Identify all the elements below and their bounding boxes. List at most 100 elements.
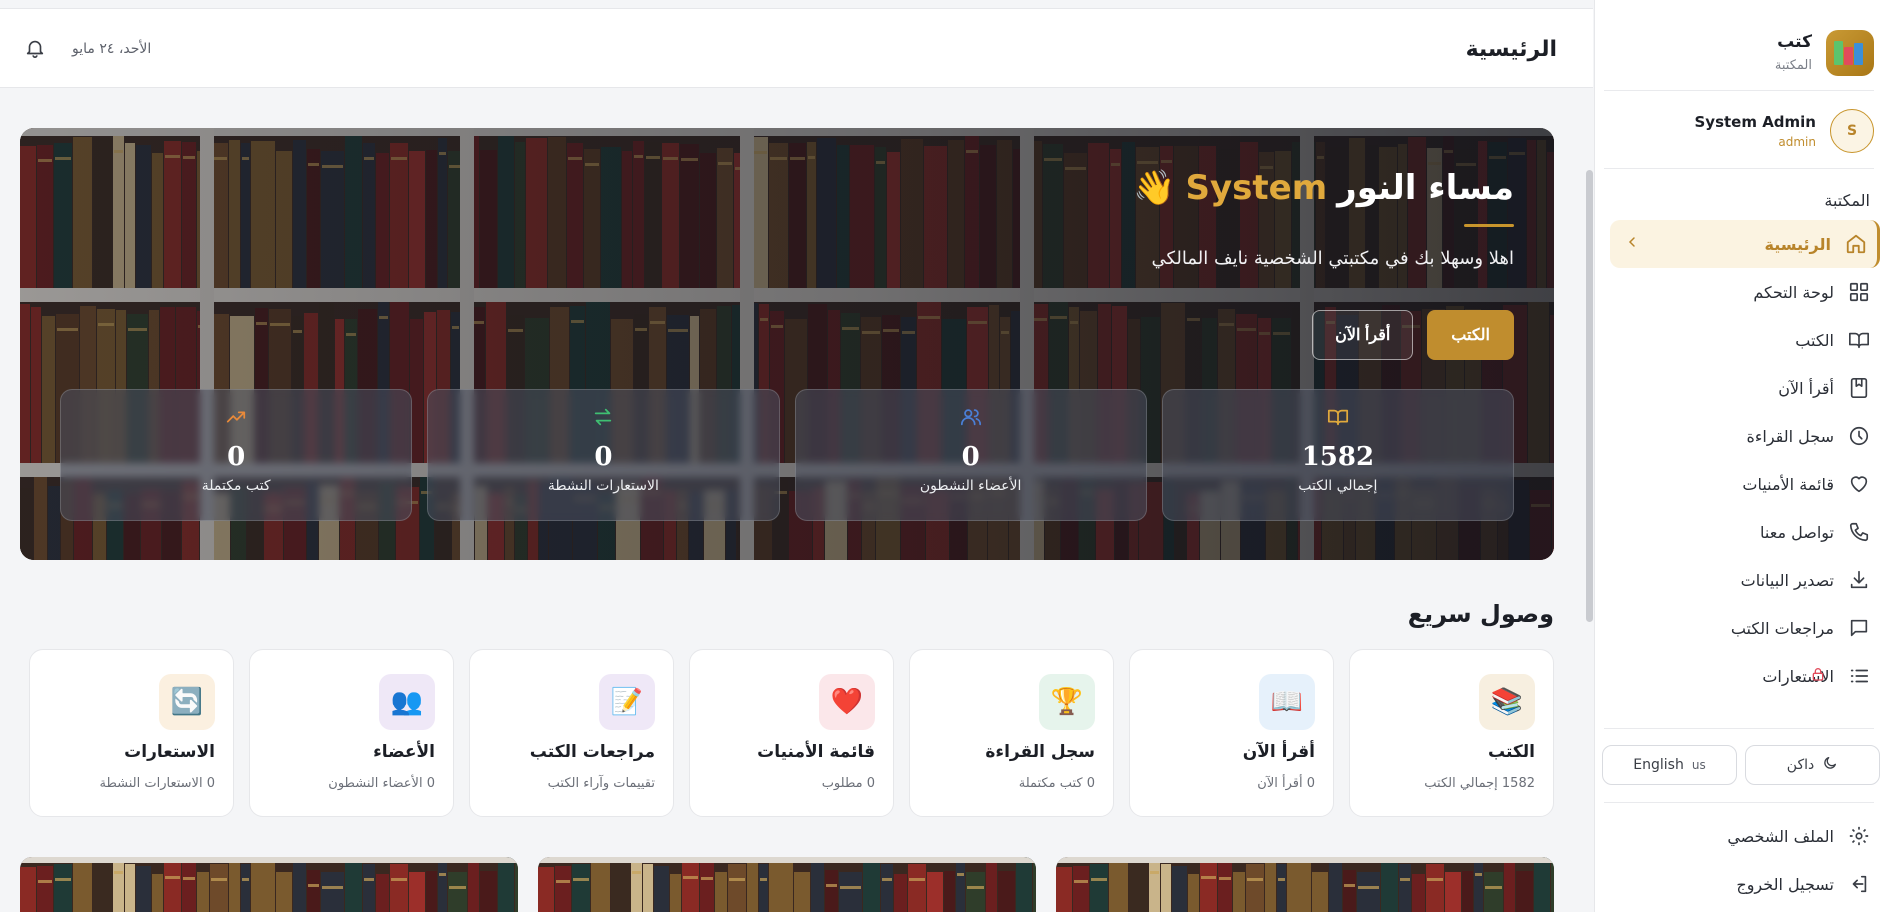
sidebar-item-reading-now[interactable]: أقرأ الآن [1610, 364, 1880, 412]
sidebar-nav: الرئيسية لوحة التحكم الكتب أقرأ الآن سجل… [1610, 220, 1880, 700]
logout-link[interactable]: تسجيل الخروج [1610, 860, 1880, 908]
quick-card-loans[interactable]: 🔄 الاستعارات 0 الاستعارات النشطة [29, 649, 234, 817]
profile-label: الملف الشخصي [1727, 826, 1834, 846]
library-image-card[interactable] [1056, 857, 1554, 912]
greeting-underline [1464, 224, 1514, 227]
user-role: admin [1778, 135, 1816, 149]
stat-label: كتب مكتملة [201, 478, 271, 494]
moon-icon [1822, 755, 1838, 775]
book-icon [1325, 406, 1351, 432]
quick-card-title: سجل القراءة [985, 742, 1095, 762]
user-name: System Admin [1694, 113, 1816, 131]
quick-card-wishlist[interactable]: ❤️ قائمة الأمنيات 0 مطلوب [689, 649, 894, 817]
sidebar-item-export[interactable]: تصدير البيانات [1610, 556, 1880, 604]
theme-toggle-button[interactable]: داكن [1745, 745, 1880, 785]
sidebar-item-loans[interactable]: الاستعارات [1610, 652, 1880, 700]
brand[interactable]: كتب المكتبة [1604, 30, 1874, 80]
quick-card-meta: 0 مطلوب [821, 776, 875, 791]
sidebar-item-wishlist[interactable]: قائمة الأمنيات [1610, 460, 1880, 508]
quick-card-meta: تقييمات وآراء الكتب [547, 776, 655, 791]
arrows-swap-icon [590, 406, 616, 432]
sidebar-bottom-links: الملف الشخصي تسجيل الخروج [1610, 812, 1880, 908]
page-title: الرئيسية [1465, 37, 1557, 62]
stat-label: الأعضاء النشطون [919, 478, 1022, 494]
sidebar-item-label: الكتب [1795, 330, 1834, 350]
hero-actions: الكتب أقرأ الآن [1312, 310, 1514, 360]
bookmark-book-icon [1846, 375, 1872, 401]
divider [1604, 168, 1874, 169]
heart-emoji-icon: ❤️ [819, 674, 875, 730]
gear-icon [1846, 823, 1872, 849]
sidebar: كتب المكتبة S System Admin admin المكتبة… [1594, 0, 1886, 912]
divider [1604, 802, 1874, 803]
profile-link[interactable]: الملف الشخصي [1610, 812, 1880, 860]
quick-card-title: مراجعات الكتب [529, 742, 655, 762]
reading-now-button[interactable]: أقرأ الآن [1312, 310, 1414, 360]
divider [1604, 90, 1874, 91]
home-icon [1843, 231, 1869, 257]
download-icon [1846, 567, 1872, 593]
preference-toggles: داكن us English [1602, 745, 1880, 785]
topbar: الرئيسية الأحد، ٢٤ مايو [0, 8, 1593, 88]
quick-card-title: قائمة الأمنيات [757, 742, 875, 762]
stat-value: 0 [961, 442, 980, 472]
stat-label: الاستعارات النشطة [547, 478, 659, 494]
brand-subtitle: المكتبة [1774, 58, 1812, 73]
books-button[interactable]: الكتب [1427, 310, 1514, 360]
stat-card-active-members: 0 الأعضاء النشطون [794, 389, 1147, 521]
dashboard-grid-icon [1846, 279, 1872, 305]
divider [1604, 728, 1874, 729]
main-scrollbar[interactable] [1586, 170, 1593, 622]
lock-icon [1810, 666, 1826, 686]
library-image-card[interactable] [538, 857, 1036, 912]
stat-value: 0 [227, 442, 246, 472]
language-toggle-button[interactable]: us English [1602, 745, 1737, 785]
message-square-icon [1846, 615, 1872, 641]
stat-label: إجمالي الكتب [1298, 478, 1378, 494]
library-image-card[interactable] [20, 857, 518, 912]
clock-icon [1846, 423, 1872, 449]
users-icon [958, 406, 984, 432]
hero-stats: 1582 إجمالي الكتب 0 الأعضاء النشطون 0 ال… [60, 389, 1514, 521]
sidebar-item-label: تصدير البيانات [1740, 570, 1834, 590]
library-image-row [20, 857, 1554, 912]
quick-card-members[interactable]: 👥 الأعضاء 0 الأعضاء النشطون [249, 649, 454, 817]
open-book-icon [1846, 327, 1872, 353]
sidebar-item-label: الرئيسية [1764, 234, 1832, 254]
hero-greeting: مساء النور System 👋 [1133, 168, 1514, 208]
stat-card-completed-books: 0 كتب مكتملة [60, 389, 413, 521]
current-date: الأحد، ٢٤ مايو [72, 41, 152, 57]
sidebar-item-label: قائمة الأمنيات [1742, 474, 1834, 494]
trophy-emoji-icon: 🏆 [1039, 674, 1095, 730]
books-emoji-icon: 📚 [1479, 674, 1535, 730]
sidebar-item-label: تواصل معنا [1760, 522, 1834, 542]
sidebar-item-contact[interactable]: تواصل معنا [1610, 508, 1880, 556]
greeting-text: مساء النور [1337, 168, 1514, 208]
quick-card-books[interactable]: 📚 الكتب 1582 إجمالي الكتب [1349, 649, 1554, 817]
quick-card-reviews[interactable]: 📝 مراجعات الكتب تقييمات وآراء الكتب [469, 649, 674, 817]
sidebar-item-dashboard[interactable]: لوحة التحكم [1610, 268, 1880, 316]
library-logo-icon [1826, 30, 1874, 76]
sidebar-item-books[interactable]: الكتب [1610, 316, 1880, 364]
sidebar-item-label: أقرأ الآن [1778, 378, 1834, 398]
sidebar-item-reading-log[interactable]: سجل القراءة [1610, 412, 1880, 460]
sidebar-item-label: سجل القراءة [1746, 426, 1834, 446]
sidebar-item-reviews[interactable]: مراجعات الكتب [1610, 604, 1880, 652]
sidebar-item-label: لوحة التحكم [1753, 282, 1834, 302]
bell-icon[interactable] [24, 37, 46, 63]
quick-access-title: وصول سريع [1407, 600, 1554, 628]
brand-name: كتب [1777, 32, 1812, 52]
quick-card-meta: 0 الأعضاء النشطون [328, 776, 435, 791]
theme-toggle-label: داكن [1786, 757, 1815, 773]
hero-banner: مساء النور System 👋 اهلا وسهلا بك في مكت… [20, 128, 1554, 560]
quick-card-title: أقرأ الآن [1242, 742, 1315, 762]
quick-card-reading-log[interactable]: 🏆 سجل القراءة 0 كتب مكتملة [909, 649, 1114, 817]
sidebar-item-home[interactable]: الرئيسية [1610, 220, 1880, 268]
user-profile-card[interactable]: S System Admin admin [1604, 104, 1874, 158]
phone-icon [1846, 519, 1872, 545]
memo-emoji-icon: 📝 [599, 674, 655, 730]
sidebar-section-title: المكتبة [1824, 191, 1870, 210]
quick-card-title: الأعضاء [373, 742, 435, 762]
language-flag: us [1691, 758, 1706, 772]
quick-card-reading-now[interactable]: 📖 أقرأ الآن 0 أقرأ الآن [1129, 649, 1334, 817]
